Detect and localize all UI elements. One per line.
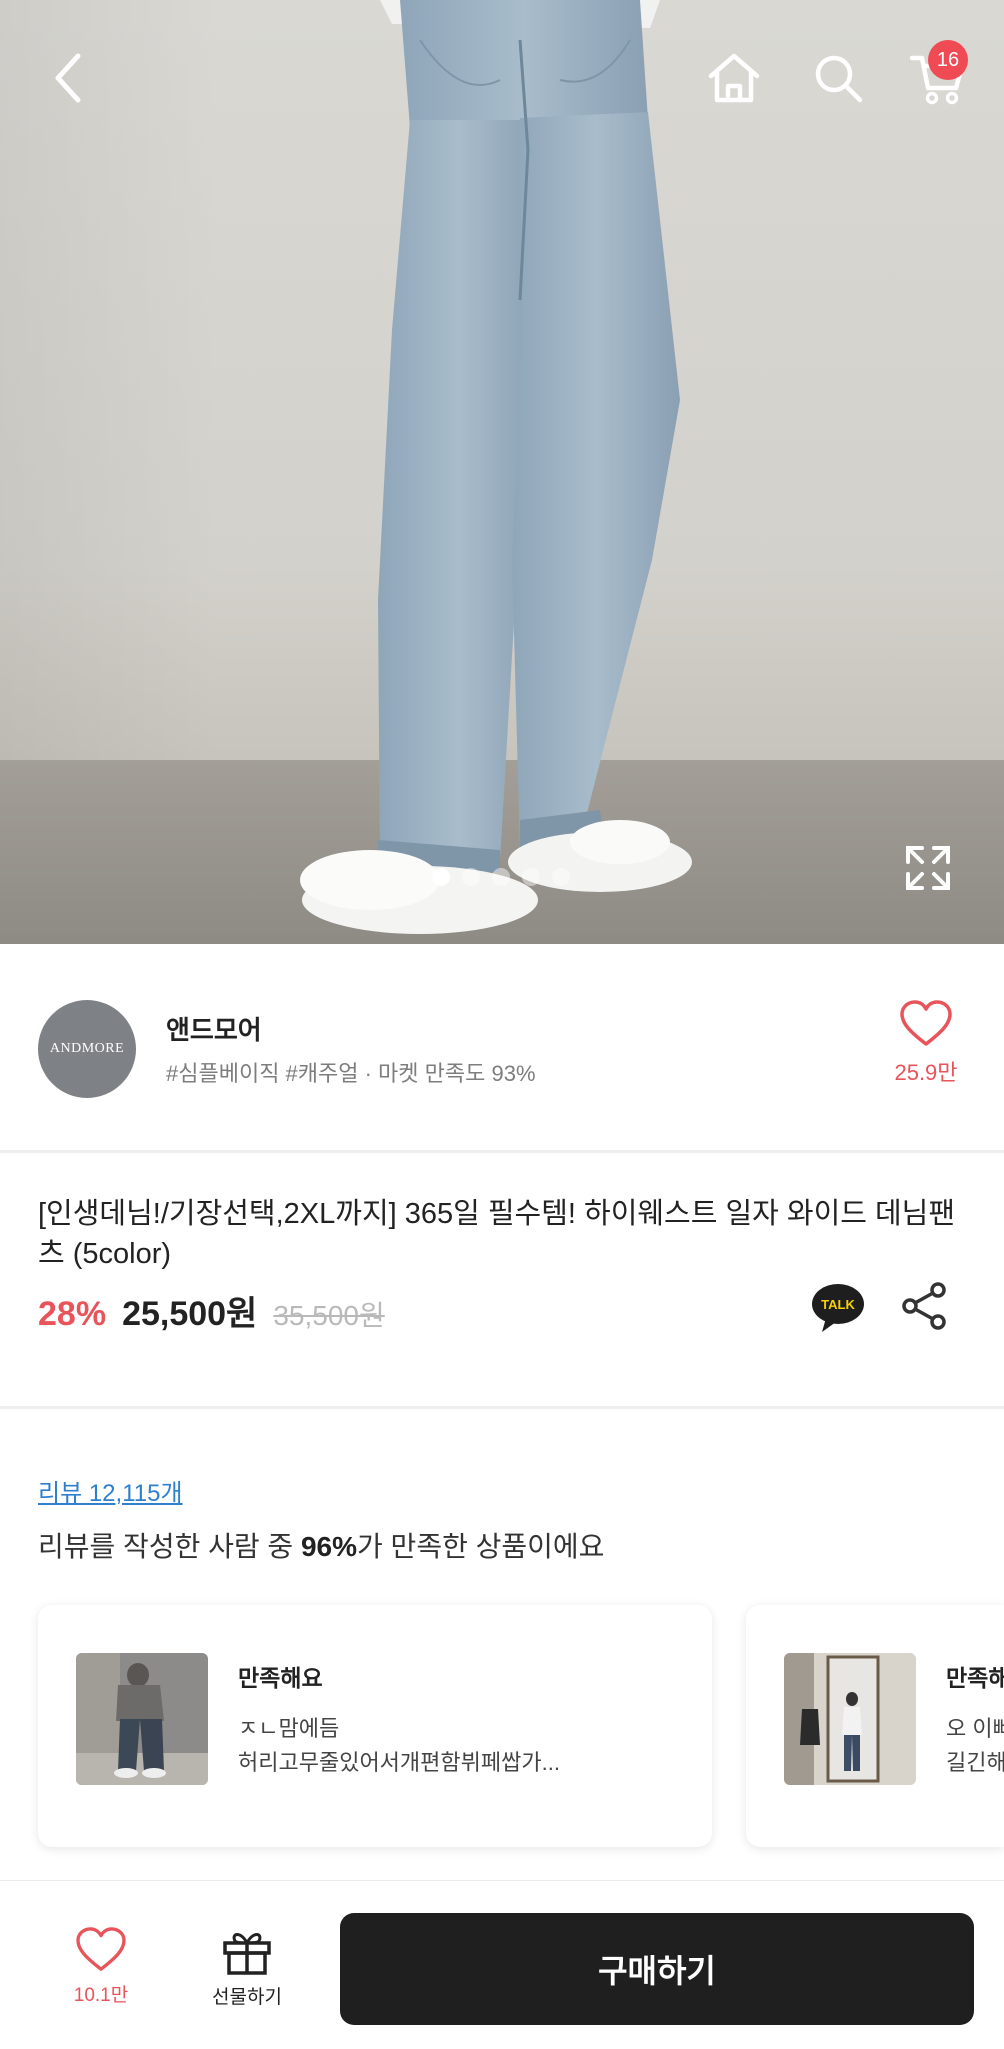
review-thumbnail — [784, 1653, 916, 1785]
heart-icon — [900, 1000, 952, 1046]
discount-rate: 28% — [38, 1295, 107, 1333]
cart-button[interactable]: 16 — [900, 40, 976, 116]
review-count-link[interactable]: 리뷰 12,115개 — [38, 1473, 183, 1508]
gallery-pagination — [432, 868, 570, 886]
seller-like-count: 25.9만 — [894, 1060, 958, 1085]
home-button[interactable] — [696, 40, 772, 116]
review-card[interactable]: 만족해요 ㅈㄴ맘에듬 허리고무줄있어서개편함뷔페쌉가... — [38, 1605, 712, 1847]
product-info-section: [인생데님!/기장선택,2XL까지] 365일 필수템! 하이웨스트 일자 와이… — [0, 1150, 1004, 1409]
back-button[interactable] — [30, 40, 106, 116]
sale-price: 25,500원 — [122, 1295, 258, 1333]
product-image-gallery[interactable]: 16 — [0, 0, 1004, 944]
like-button[interactable]: 10.1만 — [46, 1927, 156, 2007]
chevron-left-icon — [55, 53, 81, 103]
talk-icon: TALK — [812, 1284, 864, 1332]
product-title: [인생데님!/기장선택,2XL까지] 365일 필수템! 하이웨스트 일자 와이… — [38, 1198, 956, 1270]
seller-like-button[interactable]: 25.9만 — [876, 1000, 976, 1087]
review-text-line: 허리고무줄있어서개편함뷔페쌉가... — [238, 1750, 560, 1775]
review-text-line: 오 이뻐요 — [946, 1716, 1004, 1741]
buy-button[interactable]: 구매하기 — [340, 1913, 974, 2025]
review-text-line: 길긴해요 — [946, 1750, 1004, 1775]
original-price: 35,500원 — [273, 1300, 385, 1331]
heart-icon — [76, 1927, 126, 1971]
search-button[interactable] — [800, 40, 876, 116]
price-row: 28% 25,500원 35,500원 — [38, 1286, 385, 1335]
product-photo-jeans — [300, 0, 692, 934]
seller-logo[interactable]: ANDMORE — [38, 1000, 136, 1098]
seller-section: ANDMORE 앤드모어 #심플베이직 #캐주얼 · 마켓 만족도 93% 25… — [0, 944, 1004, 1153]
kakao-talk-button[interactable]: TALK — [810, 1280, 866, 1336]
review-summary-suffix: 가 만족한 상품이에요 — [357, 1531, 605, 1562]
review-summary: 리뷰를 작성한 사람 중 96%가 만족한 상품이에요 — [38, 1525, 604, 1565]
fullscreen-button[interactable] — [898, 838, 958, 898]
review-satisfaction-rate: 96% — [300, 1531, 358, 1562]
pagination-dot[interactable] — [552, 868, 570, 886]
review-summary-prefix: 리뷰를 작성한 사람 중 — [38, 1531, 301, 1562]
pagination-dot[interactable] — [432, 868, 450, 886]
gift-button[interactable]: 선물하기 — [192, 1927, 302, 2009]
expand-icon — [906, 846, 950, 890]
seller-name[interactable]: 앤드모어 — [166, 1010, 262, 1047]
gift-label: 선물하기 — [212, 1987, 282, 2008]
review-text-line: ㅈㄴ맘에듬 — [238, 1716, 340, 1741]
bottom-action-bar: 10.1만 선물하기 구매하기 — [0, 1880, 1004, 2049]
review-thumbnail — [76, 1653, 208, 1785]
home-icon — [708, 53, 760, 103]
review-card[interactable]: 만족해요 오 이뻐요 길긴해요 — [746, 1605, 1004, 1847]
cart-count-badge: 16 — [928, 40, 968, 80]
share-icon — [902, 1282, 946, 1330]
pagination-dot[interactable] — [522, 868, 540, 886]
talk-label: TALK — [821, 1297, 855, 1312]
seller-tags: #심플베이직 #캐주얼 · 마켓 만족도 93% — [166, 1061, 536, 1086]
search-icon — [815, 55, 863, 103]
reviews-section: 리뷰 12,115개 리뷰를 작성한 사람 중 96%가 만족한 상품이에요 만… — [0, 1409, 1004, 1879]
gift-icon — [223, 1933, 271, 1975]
like-count: 10.1만 — [73, 1985, 129, 2006]
review-title: 만족해요 — [238, 1665, 323, 1691]
pagination-dot[interactable] — [492, 868, 510, 886]
share-button[interactable] — [898, 1280, 950, 1332]
review-title: 만족해요 — [946, 1665, 1004, 1691]
pagination-dot[interactable] — [462, 868, 480, 886]
